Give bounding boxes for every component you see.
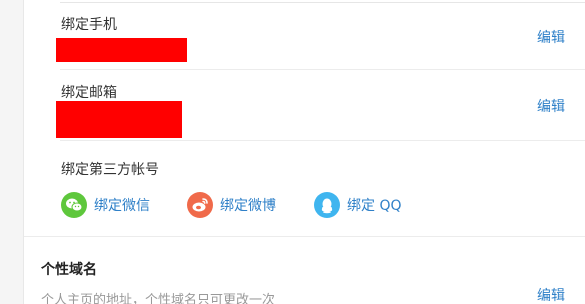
domain-hint: 个人主页的地址，个性域名只可更改一次 (41, 293, 276, 304)
qq-icon (314, 192, 340, 218)
bind-wechat-button[interactable]: 绑定微信 (61, 192, 150, 218)
third-party-list: 绑定微信 绑定微博 绑定 QQ (61, 192, 585, 218)
wechat-icon (61, 192, 87, 218)
bind-weibo-label: 绑定微博 (220, 198, 276, 214)
bind-wechat-label: 绑定微信 (94, 198, 150, 214)
email-label: 绑定邮箱 (61, 85, 117, 101)
top-divider (60, 2, 585, 3)
email-redaction (56, 101, 182, 138)
bind-weibo-button[interactable]: 绑定微博 (187, 192, 276, 218)
section-divider (24, 236, 585, 237)
third-party-label: 绑定第三方帐号 (61, 162, 159, 178)
edit-phone-button[interactable]: 编辑 (537, 27, 565, 47)
bind-qq-label: 绑定 QQ (347, 198, 402, 214)
phone-redaction (56, 38, 187, 62)
phone-divider (60, 69, 585, 70)
edit-email-button[interactable]: 编辑 (537, 96, 565, 116)
email-divider (60, 140, 585, 141)
bind-qq-button[interactable]: 绑定 QQ (314, 192, 402, 218)
account-settings-card: 绑定手机 编辑 绑定邮箱 编辑 绑定第三方帐号 绑定微信 绑定微博 绑定 QQ … (23, 0, 585, 304)
domain-section-title: 个性域名 (41, 262, 97, 278)
edit-domain-button[interactable]: 编辑 (537, 285, 565, 304)
phone-label: 绑定手机 (61, 17, 117, 33)
weibo-icon (187, 192, 213, 218)
